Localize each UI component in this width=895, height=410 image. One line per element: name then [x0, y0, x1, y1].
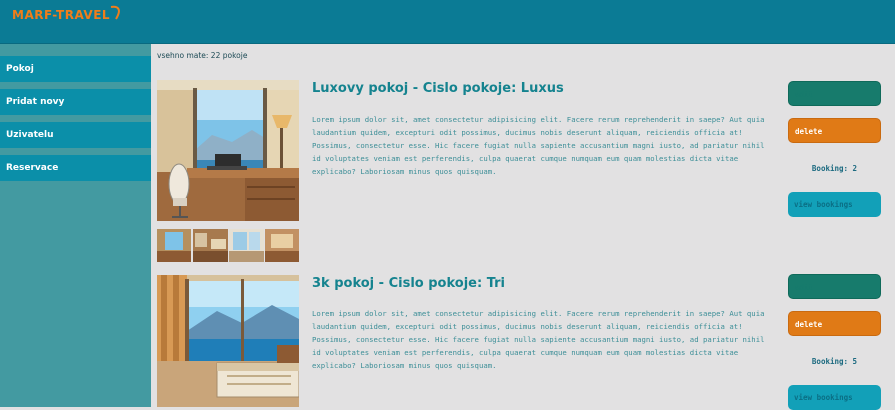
room-1-thumbnail-1[interactable] [157, 229, 191, 262]
sidebar-item-uzivatelu[interactable]: Uzivatelu [0, 122, 151, 148]
room-1-thumbnail-3[interactable] [229, 229, 264, 262]
room-2-booking-count: Booking: 5 [811, 357, 858, 366]
sidebar-item-pokoj[interactable]: Pokoj [0, 56, 151, 82]
room-1-thumbnail-4[interactable] [265, 229, 299, 262]
room-1-main-image[interactable] [157, 80, 299, 221]
room-1-view-bookings-button[interactable]: view bookings [788, 192, 881, 217]
room-2-edit-button[interactable]: edit [788, 274, 881, 299]
room-2-main-image[interactable] [157, 275, 299, 407]
room-1-title: Luxovy pokoj - Cislo pokoje: Luxus [312, 81, 564, 96]
room-2-title: 3k pokoj - Cislo pokoje: Tri [312, 276, 506, 291]
room-1-thumbnail-2[interactable] [193, 229, 228, 262]
room-1-delete-button[interactable]: delete [788, 118, 881, 143]
room-1-booking-count: Booking: 2 [811, 164, 858, 173]
sidebar: Pokoj Pridat novy Uzivatelu Reservace [0, 44, 151, 407]
top-header: MARF-TRAVEL [0, 0, 895, 44]
room-count-text: vsehno mate: 22 pokoje [157, 51, 248, 60]
sidebar-item-pridat-novy[interactable]: Pridat novy [0, 89, 151, 115]
room-1-edit-button[interactable]: edit [788, 81, 881, 106]
logo-swoosh-icon [110, 5, 120, 20]
sidebar-item-reservace[interactable]: Reservace [0, 155, 151, 181]
room-1-description: Lorem ipsum dolor sit, amet consectetur … [312, 115, 765, 177]
room-2-delete-button[interactable]: delete [788, 311, 881, 336]
app-logo[interactable]: MARF-TRAVEL [12, 8, 110, 22]
room-2-description: Lorem ipsum dolor sit, amet consectetur … [312, 309, 765, 371]
room-2-view-bookings-button[interactable]: view bookings [788, 385, 881, 410]
